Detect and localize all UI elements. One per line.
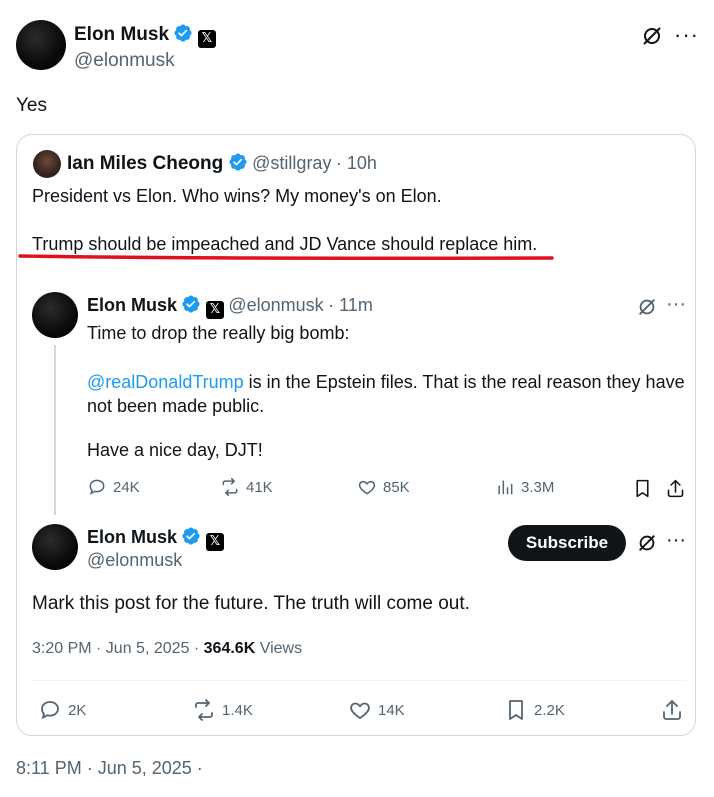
divider [32, 680, 686, 681]
thread-text-line: Time to drop the really big bomb: [87, 323, 350, 343]
author-name[interactable]: Elon Musk [74, 24, 169, 45]
like-count: 85K [383, 478, 410, 496]
like-icon [350, 702, 370, 720]
more-icon[interactable]: ··· [674, 22, 699, 48]
verified-badge-icon [182, 295, 201, 313]
thread-text-line: not been made public. [87, 396, 265, 416]
author-name[interactable]: Elon Musk [87, 295, 177, 315]
bookmark-icon [509, 700, 523, 720]
thread-text-line: Have a nice day, DJT! [87, 440, 263, 460]
red-underline [18, 254, 554, 260]
like-button[interactable]: 14K [348, 698, 405, 722]
avatar[interactable] [16, 20, 66, 70]
repost-count: 1.4K [222, 701, 253, 719]
share-icon[interactable] [660, 698, 684, 722]
verified-badge-icon [182, 527, 201, 545]
share-icon[interactable] [665, 478, 686, 499]
reply-icon [89, 479, 105, 495]
like-icon [358, 480, 376, 495]
mention-link[interactable]: @realDonaldTrump [87, 372, 244, 392]
author-handle[interactable]: @elonmusk [74, 50, 175, 72]
thread-author-header: Elon Musk 𝕏 @elonmusk · 11m [87, 294, 373, 319]
views-button[interactable]: 3.3M [495, 477, 554, 497]
avatar[interactable] [32, 524, 78, 570]
thread-author-header: Elon Musk 𝕏 [87, 526, 224, 551]
verified-badge-icon [174, 24, 193, 42]
reply-button[interactable]: 24K [87, 477, 140, 497]
author-handle[interactable]: @elonmusk [87, 550, 182, 571]
grok-icon[interactable] [636, 296, 658, 318]
views-count: 364.6K [203, 640, 256, 657]
quoted-author-header: Ian Miles Cheong @stillgray · 10h [67, 152, 377, 175]
bookmark-icon[interactable] [632, 478, 653, 499]
reply-icon [41, 701, 59, 720]
author-name[interactable]: Ian Miles Cheong [67, 153, 223, 174]
x-logo-icon: 𝕏 [197, 30, 216, 48]
author-name[interactable]: Elon Musk [87, 527, 177, 547]
author-handle[interactable]: @stillgray [252, 153, 331, 173]
reply-count: 2K [68, 701, 87, 719]
like-count: 14K [378, 701, 405, 719]
views-label: Views [255, 640, 303, 657]
author-handle[interactable]: @elonmusk [228, 295, 323, 315]
repost-count: 41K [246, 478, 273, 496]
post-timestamp[interactable]: 3:20 PM · Jun 5, 2025 · [32, 640, 204, 657]
subscribe-button[interactable]: Subscribe [508, 525, 626, 561]
x-logo-icon: 𝕏 [205, 301, 224, 319]
like-button[interactable]: 85K [357, 477, 410, 497]
grok-icon[interactable] [636, 532, 658, 554]
thread-text-fragment: is in the Epstein files. That is the rea… [243, 372, 685, 392]
repost-button[interactable]: 41K [220, 477, 273, 497]
views-icon [498, 480, 513, 495]
verified-badge-icon [229, 153, 247, 171]
reply-button[interactable]: 2K [38, 698, 86, 722]
repost-icon [195, 699, 213, 721]
post-text: Yes [16, 95, 47, 116]
more-icon[interactable]: ··· [666, 529, 686, 552]
avatar[interactable] [33, 150, 61, 178]
post-time[interactable]: · 11m [328, 295, 373, 315]
post-meta: 3:20 PM · Jun 5, 2025 · 364.6K Views [32, 640, 302, 658]
reply-count: 24K [113, 478, 140, 496]
quoted-text-line: President vs Elon. Who wins? My money's … [32, 186, 442, 206]
bookmark-count: 2.2K [534, 701, 565, 719]
x-logo-icon: 𝕏 [205, 533, 224, 551]
post-time[interactable]: · 10h [336, 153, 377, 173]
grok-icon[interactable] [640, 24, 664, 48]
views-count: 3.3M [521, 478, 555, 496]
more-icon[interactable]: ··· [666, 293, 686, 316]
post-timestamp[interactable]: 8:11 PM · Jun 5, 2025 · [16, 758, 203, 779]
thread-text-line: @realDonaldTrump is in the Epstein files… [87, 370, 685, 394]
bookmark-button[interactable]: 2.2K [504, 698, 565, 722]
avatar[interactable] [32, 292, 78, 338]
post-text: Mark this post for the future. The truth… [32, 593, 470, 614]
repost-button[interactable]: 1.4K [192, 698, 253, 722]
author-header: Elon Musk 𝕏 [74, 23, 216, 48]
repost-icon [222, 477, 238, 497]
thread-line [54, 345, 56, 515]
